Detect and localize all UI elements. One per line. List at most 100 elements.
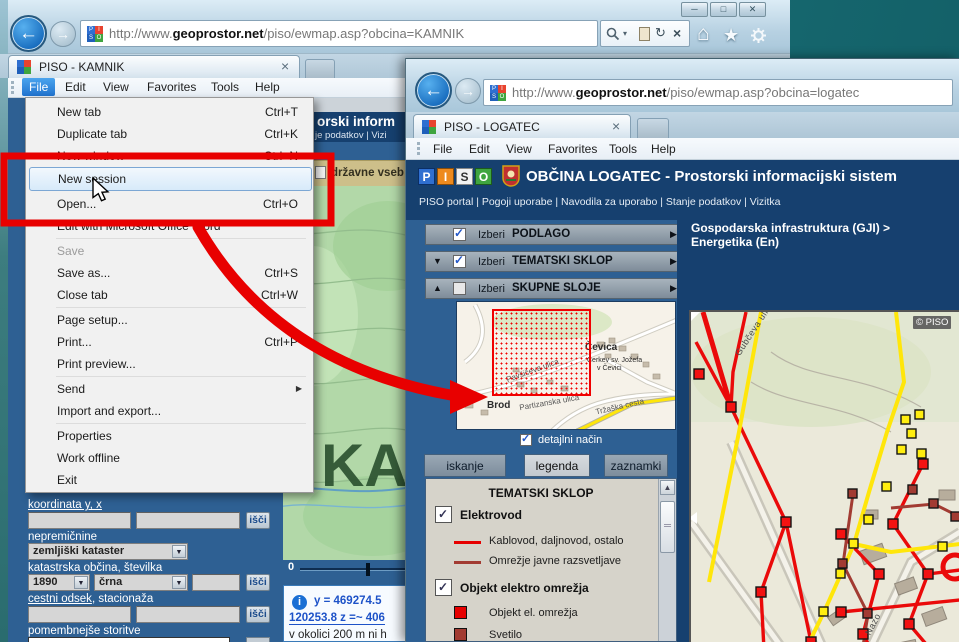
storitve-select[interactable] xyxy=(28,637,230,642)
tab-close-icon[interactable]: × xyxy=(281,58,289,74)
search-icon[interactable] xyxy=(606,27,620,41)
checkbox[interactable]: ✓ xyxy=(453,228,466,241)
menu-file[interactable]: File xyxy=(426,140,459,158)
scroll-thumb[interactable] xyxy=(660,501,675,553)
layer-bar-tematski[interactable]: ▼ ✓ Izberi TEMATSKI SKLOP ▶ xyxy=(425,251,683,272)
map-canvas[interactable]: Gubčeva ulica Nazo © PISO 26.07.2 xyxy=(689,310,959,642)
address-bar[interactable]: P I S O http://www.geoprostor.net/piso/e… xyxy=(483,79,953,106)
menu-view[interactable]: View xyxy=(96,78,136,96)
piso-logo[interactable]: P I S O xyxy=(418,168,498,186)
checkbox[interactable]: ✓ xyxy=(435,506,452,523)
menu-item-properties[interactable]: Properties xyxy=(29,425,312,447)
forward-button[interactable]: → xyxy=(50,21,76,47)
isci-button[interactable]: išči xyxy=(246,606,270,623)
cestni-odsek-input[interactable] xyxy=(28,606,131,623)
menu-view[interactable]: View xyxy=(499,140,539,158)
isci-button[interactable]: išči xyxy=(246,574,270,591)
menu-item-send[interactable]: Send▶ xyxy=(29,378,312,400)
dropdown-arrow-icon[interactable]: ▼ xyxy=(172,576,186,589)
menu-item-work-offline[interactable]: Work offline xyxy=(29,447,312,469)
tab-zaznamki[interactable]: zaznamki xyxy=(604,454,668,477)
menu-favorites[interactable]: Favorites xyxy=(541,140,604,158)
back-button[interactable]: ← xyxy=(10,15,47,52)
menu-item-save-as[interactable]: Save as...Ctrl+S xyxy=(29,262,312,284)
search-caret-icon[interactable]: ▾ xyxy=(623,29,627,38)
scroll-up-button[interactable]: ▲ xyxy=(660,480,675,495)
menu-edit[interactable]: Edit xyxy=(58,78,93,96)
dropdown-arrow-icon[interactable]: ▼ xyxy=(172,545,186,558)
menu-item-new-session[interactable]: New session xyxy=(29,167,312,191)
ko-name-select[interactable]: črna▼ xyxy=(94,574,188,591)
menu-tools[interactable]: Tools xyxy=(602,140,644,158)
expand-arrow-icon[interactable]: ▶ xyxy=(670,256,677,267)
checkbox[interactable]: ✓ xyxy=(435,579,452,596)
header-links[interactable]: PISO portal | Pogoji uporabe | Navodila … xyxy=(419,196,781,208)
menu-item-edit-with-word[interactable]: Edit with Microsoft Office Word xyxy=(29,215,312,237)
checkbox[interactable]: ✓ xyxy=(520,434,532,446)
expand-arrow-icon[interactable]: ▶ xyxy=(670,229,677,240)
ko-parcel-input[interactable] xyxy=(192,574,240,591)
menu-file[interactable]: File xyxy=(22,78,55,96)
forward-button[interactable]: → xyxy=(455,78,481,104)
address-bar[interactable]: P I S O http://www.geoprostor.net/piso/e… xyxy=(80,20,598,47)
settings-gear-icon[interactable] xyxy=(750,27,767,44)
favorites-star-icon[interactable]: ★ xyxy=(723,25,739,46)
close-button[interactable]: ✕ xyxy=(739,2,766,17)
menu-help[interactable]: Help xyxy=(644,140,683,158)
legend-scrollbar[interactable]: ▲ xyxy=(658,479,676,641)
checkbox[interactable] xyxy=(453,282,466,295)
back-button[interactable]: ← xyxy=(415,72,452,109)
isci-button[interactable]: išči xyxy=(246,512,270,529)
collapse-icon[interactable]: ▲ xyxy=(433,283,442,293)
menu-item-duplicate-tab[interactable]: Duplicate tabCtrl+K xyxy=(29,123,312,145)
stacionaza-input[interactable] xyxy=(136,606,240,623)
menu-item-close-tab[interactable]: Close tabCtrl+W xyxy=(29,284,312,306)
menu-item-print[interactable]: Print...Ctrl+P xyxy=(29,331,312,353)
tab-piso-kamnik[interactable]: PISO - KAMNIK × xyxy=(8,55,300,78)
minimize-button[interactable]: ─ xyxy=(681,2,708,17)
dropdown-arrow-icon[interactable]: ▼ xyxy=(74,576,88,589)
tab-legenda[interactable]: legenda xyxy=(524,454,590,477)
expand-arrow-icon[interactable]: ▶ xyxy=(670,283,677,294)
maximize-button[interactable]: □ xyxy=(710,2,737,17)
search-box[interactable]: ▾ ↻ × xyxy=(600,20,690,47)
compatibility-icon[interactable] xyxy=(639,27,650,41)
tab-piso-logatec[interactable]: PISO - LOGATEC × xyxy=(413,114,631,138)
menu-item-open[interactable]: Open...Ctrl+O xyxy=(29,193,312,215)
pan-arrow-left[interactable] xyxy=(689,512,697,524)
menu-item-import-export[interactable]: Import and export... xyxy=(29,400,312,422)
ko-number-select[interactable]: 1890▼ xyxy=(28,574,90,591)
checkbox[interactable]: ✓ xyxy=(453,255,466,268)
overview-extent-rect[interactable] xyxy=(492,309,591,396)
url-text[interactable]: http://www.geoprostor.net/piso/ewmap.asp… xyxy=(512,85,948,100)
koordinata-y-input[interactable] xyxy=(28,512,131,529)
checkbox[interactable] xyxy=(315,166,326,179)
menu-item-new-window[interactable]: New windowCtrl+N xyxy=(29,145,312,167)
koordinata-x-input[interactable] xyxy=(136,512,240,529)
cestni-label[interactable]: cestni odsek, stacionaža xyxy=(28,593,153,605)
menu-favorites[interactable]: Favorites xyxy=(140,78,203,96)
layer-bar-podlago[interactable]: ✓ Izberi PODLAGO ▶ xyxy=(425,224,683,245)
menu-item-page-setup[interactable]: Page setup... xyxy=(29,309,312,331)
tab-close-icon[interactable]: × xyxy=(612,118,620,134)
home-icon[interactable]: ⌂ xyxy=(697,22,710,46)
menu-item-exit[interactable]: Exit xyxy=(29,469,312,491)
zoom-slider-track[interactable] xyxy=(300,568,420,571)
isci-button[interactable] xyxy=(246,637,270,642)
new-tab-stub[interactable] xyxy=(305,59,335,78)
menu-help[interactable]: Help xyxy=(248,78,287,96)
menu-item-new-tab[interactable]: New tabCtrl+T xyxy=(29,101,312,123)
url-text[interactable]: http://www.geoprostor.net/piso/ewmap.asp… xyxy=(109,26,593,41)
menu-edit[interactable]: Edit xyxy=(462,140,497,158)
layer-bar-skupne[interactable]: ▲ Izberi SKUPNE SLOJE ▶ xyxy=(425,278,683,299)
refresh-icon[interactable]: ↻ xyxy=(655,25,666,41)
new-tab-stub[interactable] xyxy=(637,118,669,138)
menu-tools[interactable]: Tools xyxy=(204,78,246,96)
overview-map[interactable]: Čevica Cerkev sv. Jožefa v Čevici Brod P… xyxy=(456,301,676,430)
collapse-icon[interactable]: ▼ xyxy=(433,256,442,266)
stop-icon[interactable]: × xyxy=(673,25,681,41)
nepremicnine-select[interactable]: zemljiški kataster▼ xyxy=(28,543,188,560)
menu-item-print-preview[interactable]: Print preview... xyxy=(29,353,312,375)
tab-iskanje[interactable]: iskanje xyxy=(424,454,506,477)
zoom-slider-thumb[interactable] xyxy=(366,563,370,576)
